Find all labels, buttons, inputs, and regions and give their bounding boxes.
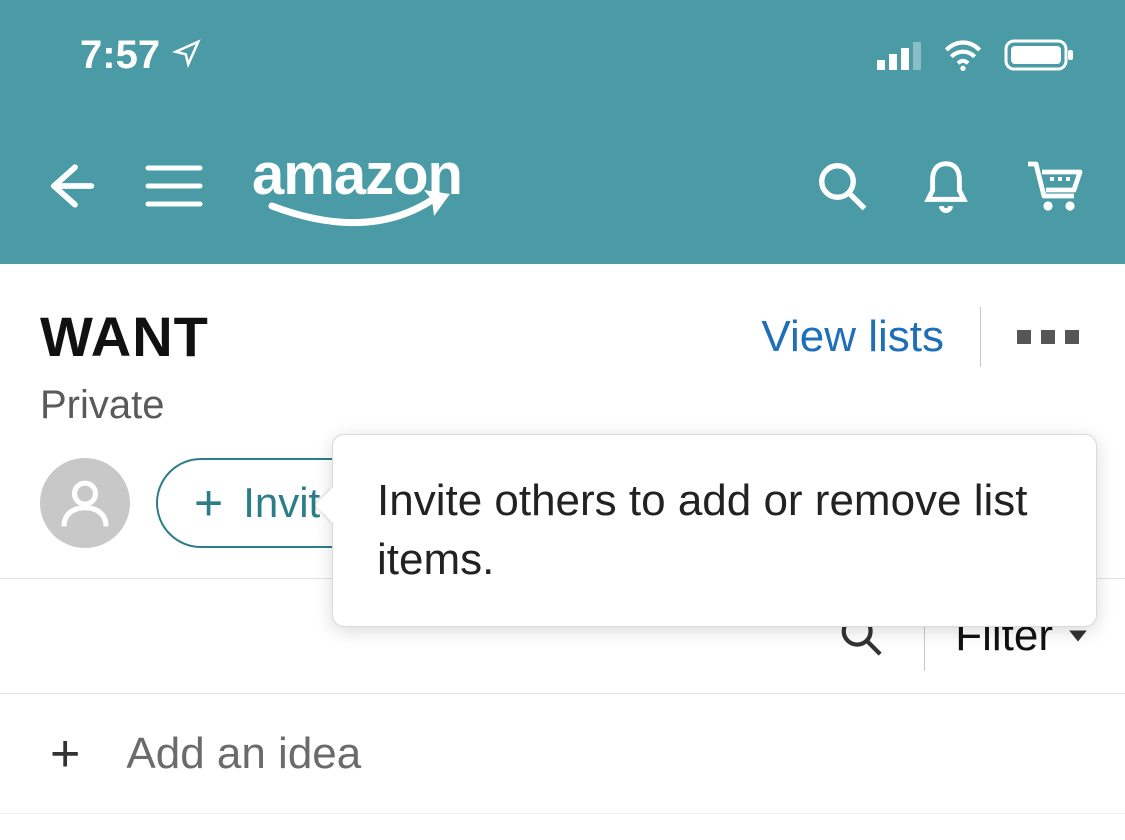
add-idea-label: Add an idea xyxy=(126,729,361,779)
status-time: 7:57 xyxy=(80,33,160,78)
search-button[interactable] xyxy=(805,149,879,226)
notifications-button[interactable] xyxy=(909,147,983,228)
status-right xyxy=(877,38,1075,72)
app-header: amazon xyxy=(0,110,1125,264)
wifi-icon xyxy=(943,40,983,70)
add-idea-row[interactable]: + Add an idea xyxy=(0,694,1125,814)
separator xyxy=(980,307,981,367)
amazon-logo[interactable]: amazon xyxy=(252,144,512,230)
avatar[interactable] xyxy=(40,458,130,548)
location-icon xyxy=(172,33,202,78)
signal-icon xyxy=(877,40,921,70)
status-bar: 7:57 xyxy=(0,0,1125,110)
list-header-row: WANT View lists xyxy=(40,304,1085,369)
battery-icon xyxy=(1005,38,1075,72)
invite-tooltip: Invite others to add or remove list item… xyxy=(332,434,1097,627)
cart-button[interactable] xyxy=(1013,148,1095,227)
view-lists-link[interactable]: View lists xyxy=(761,312,944,362)
plus-icon: + xyxy=(194,474,223,532)
invite-tooltip-text: Invite others to add or remove list item… xyxy=(377,476,1028,584)
list-header-section: WANT View lists Private + Invite Invite … xyxy=(0,264,1125,578)
back-button[interactable] xyxy=(30,148,106,227)
list-title: WANT xyxy=(40,304,209,369)
list-privacy-label: Private xyxy=(40,383,1085,428)
chevron-down-icon xyxy=(1067,628,1089,644)
more-options-button[interactable] xyxy=(1011,324,1085,350)
plus-icon: + xyxy=(50,724,80,784)
menu-button[interactable] xyxy=(136,154,212,221)
status-left: 7:57 xyxy=(80,33,202,78)
